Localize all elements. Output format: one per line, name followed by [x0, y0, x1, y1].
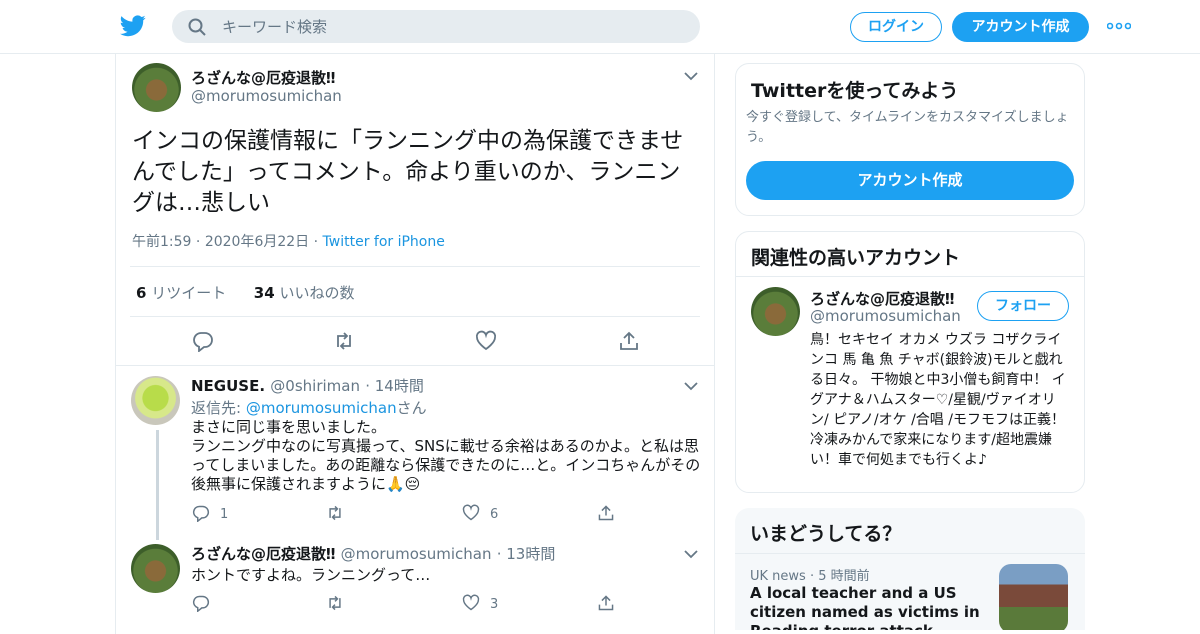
meta-separator: ·	[313, 234, 323, 250]
divider	[130, 266, 700, 267]
login-button[interactable]: ログイン	[850, 12, 942, 42]
divider	[735, 553, 1085, 554]
reply-count: 1	[220, 507, 229, 522]
related-accounts-card: 関連性の高いアカウント ろざんな@厄疫退散‼︎ @morumosumichan …	[735, 231, 1085, 493]
retweet-icon[interactable]	[326, 594, 344, 612]
reply-to-prefix: 返信先:	[191, 399, 246, 417]
avatar[interactable]	[131, 376, 180, 425]
divider	[736, 276, 1084, 277]
like-stat[interactable]: 34 いいねの数	[254, 284, 355, 302]
meta-separator: ·	[496, 545, 507, 563]
reply-author-handle: @0shiriman	[270, 377, 360, 395]
main-column: ろざんな@厄疫退散‼︎ @morumosumichan インコの保護情報に「ラン…	[115, 54, 715, 634]
reply-text: ホントですよね。ランニングって…	[191, 566, 431, 584]
signup-card-button[interactable]: アカウント作成	[746, 161, 1074, 200]
signup-button[interactable]: アカウント作成	[952, 12, 1089, 42]
tweet-author-handle[interactable]: @morumosumichan	[191, 87, 342, 105]
related-account-name[interactable]: ろざんな@厄疫退散‼︎	[810, 288, 954, 309]
divider	[130, 316, 700, 317]
signup-card-title: Twitterを使ってみよう	[751, 80, 959, 102]
related-account-bio: 鳥！セキセイ オカメ ウズラ コザクラインコ 馬 亀 魚 チャボ(銀鈴波)モルと…	[810, 332, 1066, 468]
reply-author-name: ろざんな@厄疫退散‼︎	[191, 545, 336, 563]
reply-text: まさに同じ事を思いました。 ランニング中なのに写真撮って、SNSに載せる余裕はあ…	[191, 418, 701, 493]
trend-meta: UK news · 5 時間前	[750, 569, 870, 584]
reply-item[interactable]: ろざんな@厄疫退散‼︎ @morumosumichan · 13時間 ホントです…	[116, 534, 714, 634]
reply-icon[interactable]	[192, 504, 210, 522]
signup-card-desc: 今すぐ登録して、タイムラインをカスタマイズしましょう。	[746, 110, 1069, 145]
meta-separator: ·	[365, 377, 375, 395]
like-count: 34	[253, 284, 275, 302]
retweet-stat[interactable]: 6 リツイート	[136, 284, 226, 302]
chevron-down-icon[interactable]	[684, 381, 698, 391]
tweet-stats: 6 リツイート 34 いいねの数	[136, 282, 354, 303]
search-input[interactable]	[222, 10, 682, 43]
tweet-source-link[interactable]: Twitter for iPhone	[323, 234, 445, 250]
meta-separator: ·	[195, 234, 205, 250]
chevron-down-icon[interactable]	[684, 549, 698, 559]
share-icon[interactable]	[597, 504, 615, 522]
reply-time[interactable]: 13時間	[506, 545, 555, 563]
share-icon[interactable]	[618, 330, 640, 352]
thread-line	[156, 430, 159, 540]
reply-author-name: NEGUSE.	[191, 377, 266, 395]
like-icon[interactable]	[462, 504, 480, 522]
like-stat-label: いいねの数	[279, 284, 355, 302]
reply-icon[interactable]	[192, 330, 214, 352]
search-icon	[188, 18, 206, 36]
trends-card: いまどうしてる？ UK news · 5 時間前 A local teacher…	[735, 508, 1085, 630]
reply-author[interactable]: ろざんな@厄疫退散‼︎ @morumosumichan · 13時間	[191, 543, 555, 564]
reply-author[interactable]: NEGUSE. @0shiriman · 14時間	[191, 375, 424, 396]
trends-title: いまどうしてる？	[750, 523, 902, 545]
like-icon[interactable]	[475, 330, 497, 352]
signup-card: Twitterを使ってみよう 今すぐ登録して、タイムラインをカスタマイズしましょ…	[735, 63, 1085, 216]
tweet-author-name[interactable]: ろざんな@厄疫退散‼︎	[191, 67, 335, 88]
reply-icon[interactable]	[192, 594, 210, 612]
tweet-time[interactable]: 午前1:59	[132, 234, 191, 250]
retweet-icon[interactable]	[326, 504, 344, 522]
top-bar: ログイン アカウント作成	[0, 0, 1200, 54]
like-icon[interactable]	[462, 594, 480, 612]
reply-to-link[interactable]: @morumosumichan	[246, 399, 397, 417]
reply-to-line: 返信先: @morumosumichanさん	[191, 397, 427, 418]
tweet-text: インコの保護情報に「ランニング中の為保護できませんでした」ってコメント。命より重…	[132, 128, 684, 216]
like-count: 6	[490, 507, 499, 522]
reply-author-handle: @morumosumichan	[340, 545, 492, 563]
avatar[interactable]	[131, 544, 180, 593]
reply-to-suffix: さん	[396, 399, 427, 417]
retweet-stat-label: リツイート	[151, 284, 227, 302]
related-accounts-title: 関連性の高いアカウント	[751, 247, 961, 269]
chevron-down-icon[interactable]	[684, 71, 698, 81]
twitter-logo-icon[interactable]	[120, 14, 146, 38]
share-icon[interactable]	[597, 594, 615, 612]
trend-thumbnail[interactable]	[999, 564, 1068, 630]
related-account-handle[interactable]: @morumosumichan	[810, 307, 961, 325]
tweet-date[interactable]: 2020年6月22日	[205, 234, 309, 250]
follow-button[interactable]: フォロー	[977, 291, 1069, 321]
reply-time[interactable]: 14時間	[375, 377, 424, 395]
trend-headline[interactable]: A local teacher and a US citizen named a…	[750, 584, 990, 630]
reply-item[interactable]: NEGUSE. @0shiriman · 14時間 返信先: @morumosu…	[116, 366, 714, 540]
more-options-icon[interactable]	[1107, 22, 1131, 30]
search-box[interactable]	[172, 10, 700, 43]
retweet-count: 6	[136, 284, 147, 302]
avatar[interactable]	[751, 287, 800, 336]
like-count: 3	[490, 597, 499, 612]
retweet-icon[interactable]	[333, 330, 355, 352]
avatar[interactable]	[132, 63, 181, 112]
tweet-meta: 午前1:59 · 2020年6月22日 · Twitter for iPhone	[132, 231, 445, 251]
